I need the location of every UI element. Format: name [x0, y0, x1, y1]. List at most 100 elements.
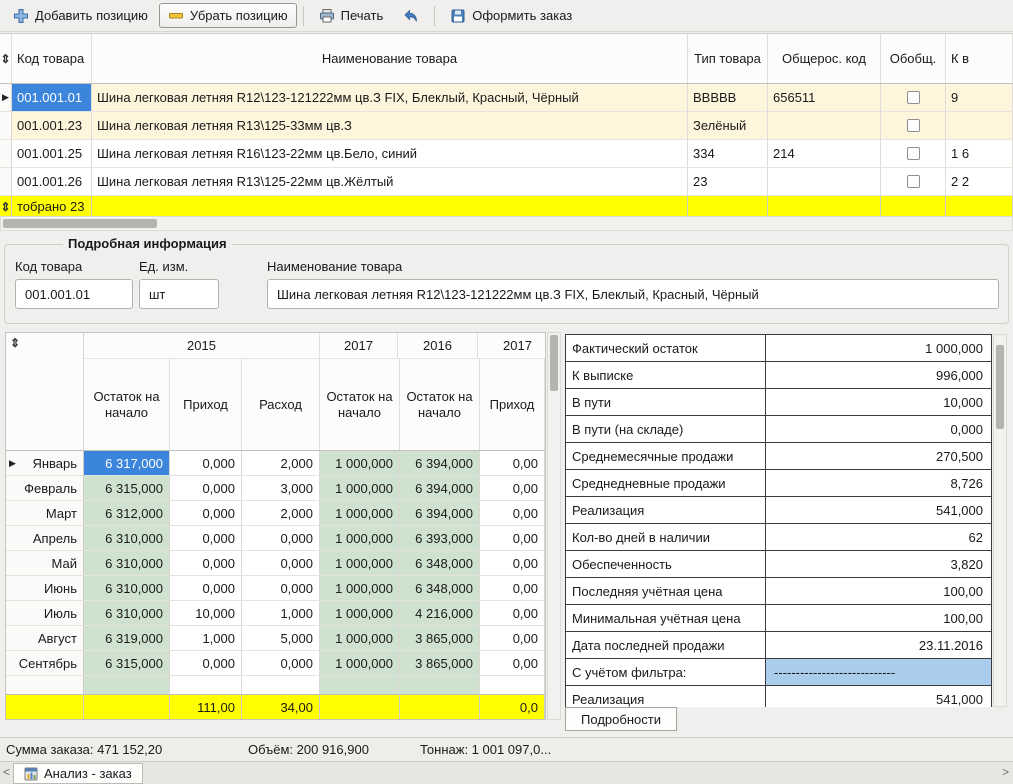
property-value-cell[interactable]: 10,000	[766, 389, 991, 415]
value-cell[interactable]: 6 310,000	[84, 601, 170, 626]
value-cell[interactable]: 6 310,000	[84, 551, 170, 576]
column-header-type[interactable]: Тип товара	[688, 34, 768, 83]
value-cell[interactable]	[320, 676, 400, 696]
value-cell[interactable]: 3 865,000	[400, 651, 480, 676]
property-label-cell[interactable]: Минимальная учётная цена	[566, 605, 766, 631]
value-cell[interactable]: 0,00	[480, 526, 545, 551]
add-position-button[interactable]: Добавить позицию	[4, 3, 157, 28]
value-cell[interactable]: 0,000	[242, 551, 320, 576]
value-cell[interactable]: 0,000	[242, 576, 320, 601]
product-row[interactable]: 001.001.26Шина легковая летняя R13\125-2…	[0, 168, 1013, 196]
property-row[interactable]: Последняя учётная цена100,00	[565, 577, 992, 605]
year-header-2017a[interactable]: 2017	[320, 333, 398, 359]
value-cell[interactable]: 1 000,000	[320, 601, 400, 626]
product-code-cell[interactable]: 001.001.01	[12, 84, 92, 112]
value-cell[interactable]	[242, 676, 320, 696]
tab-details[interactable]: Подробности	[565, 707, 677, 731]
value-cell[interactable]: 1 000,000	[320, 526, 400, 551]
product-generalize-cell[interactable]	[881, 84, 946, 112]
product-name-cell[interactable]: Шина легковая летняя R13\125-22мм цв.Жёл…	[92, 168, 688, 196]
unit-field[interactable]	[139, 279, 219, 309]
month-row[interactable]: Май6 310,0000,0000,0001 000,0006 348,000…	[6, 551, 545, 576]
month-row[interactable]: Июль6 310,00010,0001,0001 000,0004 216,0…	[6, 601, 545, 626]
value-cell[interactable]: 0,00	[480, 501, 545, 526]
property-label-cell[interactable]: Кол-во дней в наличии	[566, 524, 766, 550]
property-label-cell[interactable]: К выписке	[566, 362, 766, 388]
value-cell[interactable]	[480, 676, 545, 696]
value-cell[interactable]: 0,000	[170, 576, 242, 601]
value-cell[interactable]: 0,00	[480, 476, 545, 501]
value-cell[interactable]: 0,000	[170, 476, 242, 501]
month-row-clipped[interactable]	[6, 676, 545, 696]
code-field[interactable]	[15, 279, 133, 309]
value-cell[interactable]: 6 394,000	[400, 476, 480, 501]
year-header-2016[interactable]: 2016	[398, 333, 478, 359]
property-label-cell[interactable]: С учётом фильтра:	[566, 659, 766, 685]
generalize-checkbox[interactable]	[907, 119, 920, 132]
value-cell[interactable]: 1 000,000	[320, 451, 400, 476]
column-header-opening-2017[interactable]: Остаток на начало	[320, 359, 400, 450]
product-okp-cell[interactable]: 656511	[768, 84, 881, 112]
value-cell[interactable]: 0,000	[242, 651, 320, 676]
column-header-code[interactable]: Код товара	[12, 34, 92, 83]
value-cell[interactable]: 0,00	[480, 451, 545, 476]
generalize-checkbox[interactable]	[907, 91, 920, 104]
scrollbar-thumb[interactable]	[3, 219, 157, 228]
property-value-cell[interactable]: 100,00	[766, 578, 991, 604]
product-generalize-cell[interactable]	[881, 140, 946, 168]
value-cell[interactable]: 6 348,000	[400, 576, 480, 601]
product-generalize-cell[interactable]	[881, 112, 946, 140]
column-header-okp[interactable]: Общерос. код	[768, 34, 881, 83]
property-label-cell[interactable]: Обеспеченность	[566, 551, 766, 577]
value-cell[interactable]: 0,000	[170, 501, 242, 526]
property-label-cell[interactable]: Реализация	[566, 497, 766, 523]
value-cell[interactable]: 6 315,000	[84, 476, 170, 501]
product-okp-cell[interactable]	[768, 112, 881, 140]
value-cell[interactable]: 0,00	[480, 551, 545, 576]
property-row[interactable]: Реализация541,000	[565, 496, 992, 524]
tab-scroll-right-icon[interactable]: >	[1002, 765, 1009, 779]
month-row[interactable]: ▶Январь6 317,0000,0002,0001 000,0006 394…	[6, 451, 545, 476]
product-name-cell[interactable]: Шина легковая летняя R12\123-121222мм цв…	[92, 84, 688, 112]
property-value-cell[interactable]: 23.11.2016	[766, 632, 991, 658]
product-generalize-cell[interactable]	[881, 168, 946, 196]
property-row[interactable]: Среднедневные продажи8,726	[565, 469, 992, 497]
value-cell[interactable]: 0,00	[480, 576, 545, 601]
column-header-opening-2016[interactable]: Остаток на начало	[400, 359, 480, 450]
scrollbar-thumb[interactable]	[996, 345, 1004, 429]
month-cell[interactable]: Май	[6, 551, 84, 576]
property-row[interactable]: Кол-во дней в наличии62	[565, 523, 992, 551]
name-field[interactable]	[267, 279, 999, 309]
undo-button[interactable]	[394, 3, 428, 28]
value-cell[interactable]: 1,000	[242, 601, 320, 626]
value-cell[interactable]: 3 865,000	[400, 626, 480, 651]
product-code-cell[interactable]: 001.001.23	[12, 112, 92, 140]
month-cell[interactable]: Июль	[6, 601, 84, 626]
generalize-checkbox[interactable]	[907, 147, 920, 160]
value-cell[interactable]: 1 000,000	[320, 651, 400, 676]
value-cell[interactable]: 2,000	[242, 501, 320, 526]
product-name-cell[interactable]: Шина легковая летняя R16\123-22мм цв.Бел…	[92, 140, 688, 168]
product-type-cell[interactable]: ВВВВВ	[688, 84, 768, 112]
value-cell[interactable]: 6 317,000	[84, 451, 170, 476]
property-row[interactable]: Фактический остаток1 000,000	[565, 334, 992, 362]
property-row[interactable]: Минимальная учётная цена100,00	[565, 604, 992, 632]
product-code-cell[interactable]: 001.001.26	[12, 168, 92, 196]
product-row[interactable]: 001.001.23Шина легковая летняя R13\125-3…	[0, 112, 1013, 140]
property-label-cell[interactable]: Дата последней продажи	[566, 632, 766, 658]
value-cell[interactable]: 0,00	[480, 601, 545, 626]
property-value-cell[interactable]: 270,500	[766, 443, 991, 469]
year-header-2017b[interactable]: 2017	[478, 333, 546, 359]
property-label-cell[interactable]: Фактический остаток	[566, 335, 766, 361]
monthly-vertical-scrollbar[interactable]	[547, 332, 561, 720]
property-row[interactable]: Дата последней продажи23.11.2016	[565, 631, 992, 659]
value-cell[interactable]: 1,000	[170, 626, 242, 651]
value-cell[interactable]: 6 310,000	[84, 576, 170, 601]
month-row[interactable]: Апрель6 310,0000,0000,0001 000,0006 393,…	[6, 526, 545, 551]
column-header-income-2015[interactable]: Приход	[170, 359, 242, 450]
property-value-cell[interactable]: 996,000	[766, 362, 991, 388]
value-cell[interactable]	[170, 676, 242, 696]
value-cell[interactable]: 1 000,000	[320, 501, 400, 526]
month-row[interactable]: Март6 312,0000,0002,0001 000,0006 394,00…	[6, 501, 545, 526]
property-row[interactable]: В пути10,000	[565, 388, 992, 416]
